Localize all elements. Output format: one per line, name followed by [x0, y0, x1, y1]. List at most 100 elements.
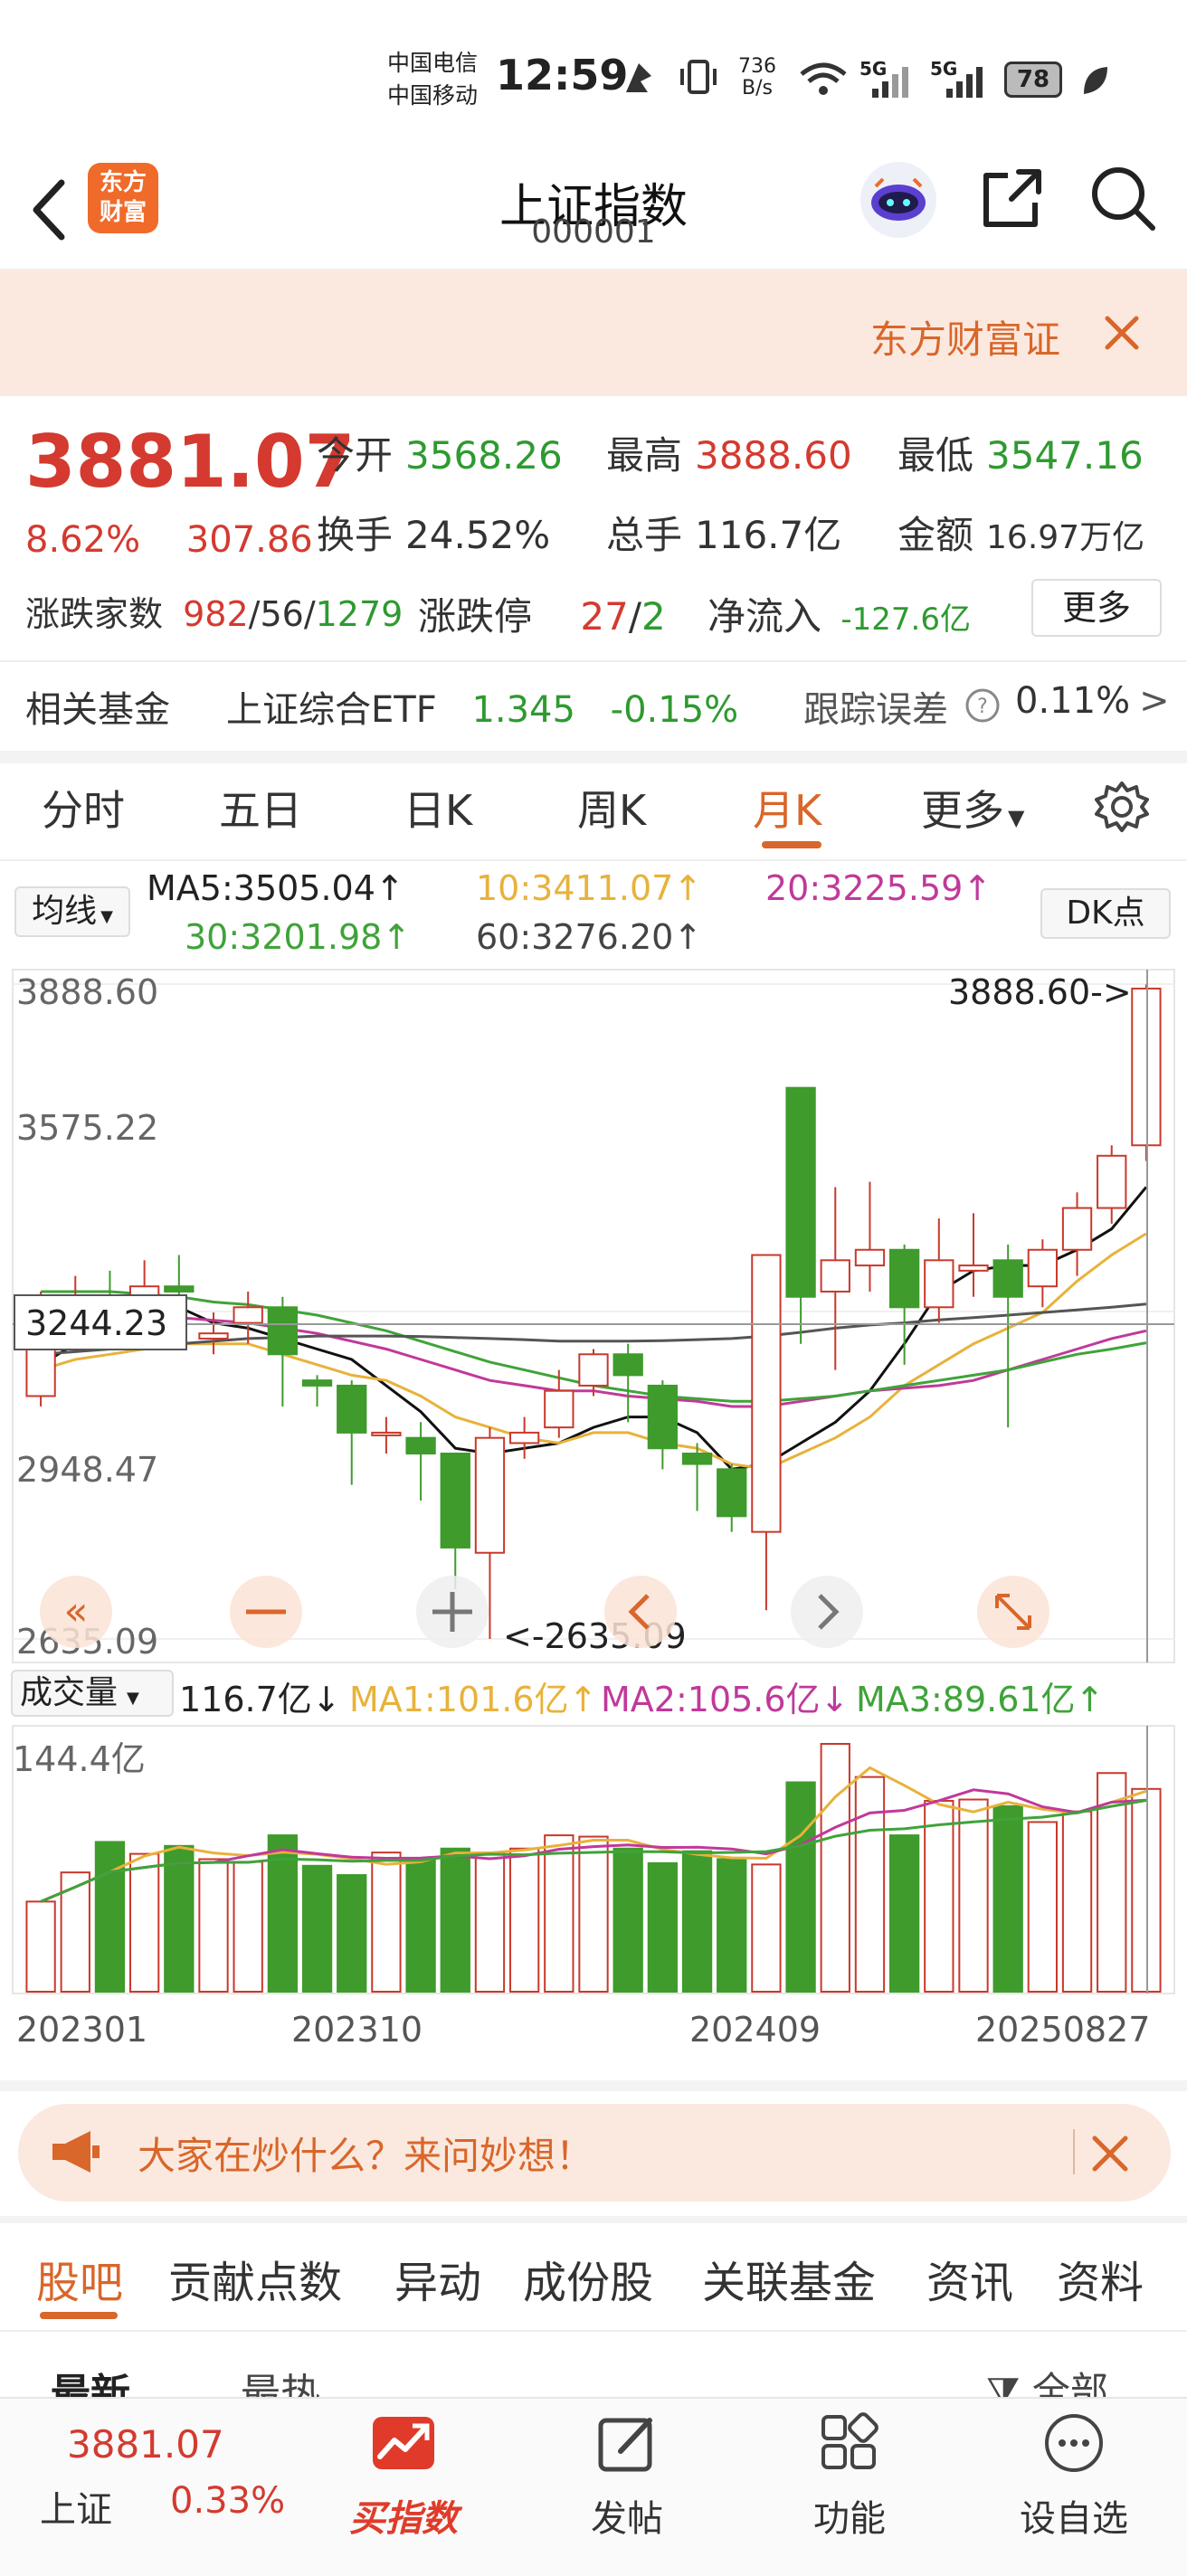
tab-monthly-k[interactable]: 月K — [753, 778, 821, 838]
volume-bar — [508, 1847, 540, 1993]
zoom-out-button[interactable] — [230, 1576, 302, 1648]
volume-bar — [440, 1847, 470, 1993]
candle-body — [508, 1431, 540, 1444]
tab-five-day[interactable]: 五日 — [219, 778, 302, 838]
net-inflow: 净流入 -127.6亿 — [707, 594, 971, 639]
svg-text:?: ? — [977, 696, 988, 718]
volume-axis-label: 144.4亿 — [13, 1739, 146, 1779]
nav-add-watchlist[interactable]: 设自选 — [1006, 2489, 1142, 2542]
candle-body — [1097, 1154, 1127, 1209]
candle-body — [1027, 1248, 1059, 1288]
candle-body — [647, 1384, 679, 1450]
candle-body — [751, 1254, 782, 1533]
tab-movement[interactable]: 异动 — [394, 2247, 481, 2310]
volume-bar — [233, 1861, 263, 1993]
step-left-button[interactable] — [604, 1576, 677, 1648]
vol-ma2: MA2:105.6亿↓ — [601, 1680, 850, 1719]
crosshair-value: 3244.23 — [25, 1303, 167, 1343]
share-icon[interactable] — [977, 163, 1049, 235]
volume-bar — [717, 1858, 747, 1993]
tab-profile[interactable]: 资料 — [1057, 2247, 1144, 2310]
ma10-value: 10:3411.07↑ — [476, 868, 703, 908]
candle-body — [681, 1453, 713, 1465]
vol-ma3: MA3:89.61亿↑ — [856, 1680, 1105, 1719]
help-icon[interactable]: ? — [964, 687, 1001, 724]
tab-daily-k[interactable]: 日K — [404, 778, 472, 838]
volume-bar — [888, 1834, 920, 1993]
volume-chart[interactable]: 144.4亿 — [0, 1724, 1187, 1995]
tab-related-funds[interactable]: 关联基金 — [702, 2247, 876, 2310]
candlestick-chart[interactable]: 3888.60 3575.22 2948.47 2635.09 3244.23 … — [0, 968, 1187, 1664]
more-options-icon[interactable] — [1042, 2411, 1106, 2475]
pan-left-button[interactable]: « — [40, 1576, 112, 1648]
tab-intraday[interactable]: 分时 — [42, 778, 125, 838]
close-icon[interactable] — [1102, 313, 1142, 353]
tracking-error-label: 跟踪误差 — [803, 689, 948, 731]
x-label-3: 20250827 — [975, 2010, 1151, 2050]
assistant-avatar-icon[interactable] — [858, 159, 939, 241]
tab-news[interactable]: 资讯 — [926, 2247, 1013, 2310]
volume-bar — [1061, 1810, 1093, 1993]
more-button[interactable]: 更多 — [1031, 579, 1162, 637]
tab-contribution[interactable]: 贡献点数 — [168, 2247, 342, 2310]
volume-bar — [1131, 1787, 1162, 1994]
volume-bar — [612, 1847, 643, 1993]
tab-more[interactable]: 更多 ▼ — [921, 778, 1024, 838]
tab-constituents[interactable]: 成份股 — [523, 2247, 653, 2310]
amount-stat: 金额 16.97万亿 — [897, 513, 1145, 557]
net-speed: 736 B/s — [738, 55, 776, 99]
candle-body — [785, 1086, 816, 1298]
volume-bar — [128, 1852, 160, 1993]
buy-index-icon[interactable] — [369, 2413, 438, 2473]
battery-indicator: 78 — [1004, 62, 1062, 98]
nav-post[interactable]: 发帖 — [568, 2489, 686, 2542]
ask-close-icon[interactable] — [1091, 2135, 1129, 2173]
candle-body — [924, 1259, 954, 1309]
volume-bar — [544, 1834, 575, 1993]
volume-bar — [337, 1874, 367, 1993]
candle-body — [854, 1248, 886, 1267]
tab-forum[interactable]: 股吧 — [36, 2247, 123, 2310]
nav-index-pct: 0.33% — [170, 2480, 286, 2522]
leaf-icon — [1084, 67, 1107, 94]
post-edit-icon[interactable] — [595, 2411, 659, 2475]
volume-bar — [785, 1781, 816, 1994]
tab-weekly-k[interactable]: 周K — [577, 778, 646, 838]
wifi-icon — [800, 62, 847, 95]
settings-gear-icon[interactable] — [1095, 780, 1149, 834]
volume-bar — [1027, 1821, 1059, 1993]
volume-indicator-selector[interactable]: 成交量 ▼ — [11, 1670, 174, 1717]
high-stat: 最高 3888.60 — [606, 433, 852, 478]
dk-point-button[interactable]: DK点 — [1040, 888, 1171, 939]
candle-body — [1131, 987, 1162, 1147]
carrier-1: 中国电信 — [387, 50, 479, 76]
limit-count: 涨跌停 27/2 — [418, 594, 666, 639]
volume-bar — [371, 1852, 402, 1993]
max-marker: 3888.60-> — [948, 972, 1132, 1012]
fund-label: 相关基金 — [25, 689, 170, 731]
candle-body — [405, 1436, 436, 1455]
volume-bar — [681, 1850, 713, 1993]
fullscreen-button[interactable] — [977, 1576, 1049, 1648]
candle-body — [820, 1259, 850, 1293]
search-icon[interactable] — [1087, 163, 1160, 235]
volume-bar — [164, 1844, 195, 1993]
candle-body — [1061, 1207, 1093, 1251]
megaphone-icon — [52, 2131, 100, 2173]
nav-functions[interactable]: 功能 — [791, 2489, 908, 2542]
ma-selector[interactable]: 均线 ▼ — [14, 886, 130, 937]
tracking-error-value[interactable]: 0.11% > — [1015, 680, 1170, 722]
nav-buy-index[interactable]: 买指数 — [340, 2489, 467, 2542]
ma60-value: 60:3276.20↑ — [476, 917, 703, 957]
step-right-button[interactable] — [791, 1576, 863, 1648]
zoom-in-button[interactable] — [416, 1576, 489, 1648]
volume-bar — [854, 1776, 886, 1994]
updown-count: 涨跌家数 982/56/1279 — [25, 594, 404, 634]
functions-grid-icon[interactable] — [818, 2411, 881, 2475]
promo-banner[interactable]: 东方财富证 — [0, 270, 1187, 396]
caret-down-icon: ▼ — [1008, 805, 1025, 830]
fund-row[interactable]: 上证综合ETF 1.345 -0.15% — [226, 680, 738, 733]
candle-body — [198, 1332, 229, 1340]
low-stat: 最低 3547.16 — [897, 433, 1144, 478]
status-bar: 中国电信 中国移动 12:59 736 B/s 5G 5G 78 — [0, 0, 1187, 154]
